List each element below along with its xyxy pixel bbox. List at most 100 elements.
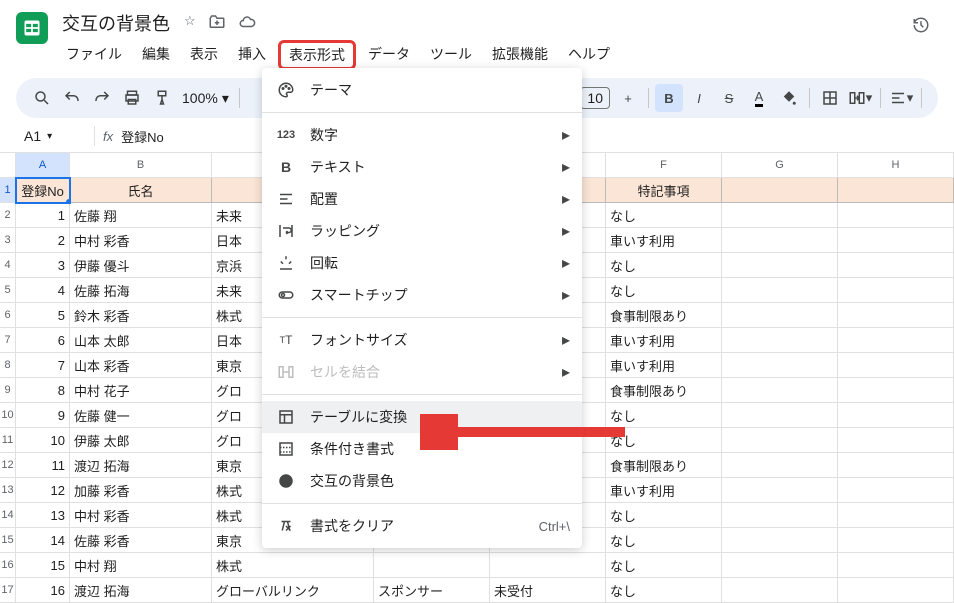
cell[interactable]: 3 <box>16 253 70 278</box>
move-icon[interactable] <box>208 13 226 34</box>
cell[interactable]: なし <box>606 503 722 528</box>
font-size-input[interactable]: 10 <box>580 87 610 109</box>
row-header[interactable]: 1 <box>0 178 16 203</box>
menu-clear-format[interactable]: 書式をクリアCtrl+\ <box>262 510 582 542</box>
search-icon[interactable] <box>28 84 56 112</box>
cell[interactable]: 中村 花子 <box>70 378 212 403</box>
cell[interactable] <box>722 453 838 478</box>
menu-format[interactable]: 表示形式 <box>278 40 356 70</box>
cell[interactable]: 山本 太郎 <box>70 328 212 353</box>
paint-format-icon[interactable] <box>148 84 176 112</box>
row-header[interactable]: 8 <box>0 353 16 378</box>
menu-conditional[interactable]: 条件付き書式 <box>262 433 582 465</box>
cell[interactable] <box>838 303 954 328</box>
menu-rotation[interactable]: 回転▸ <box>262 247 582 279</box>
cell[interactable] <box>838 478 954 503</box>
cell[interactable]: グローバルリンク <box>212 578 374 603</box>
cell[interactable]: 車いす利用 <box>606 228 722 253</box>
cell[interactable]: 10 <box>16 428 70 453</box>
row-header[interactable]: 5 <box>0 278 16 303</box>
menu-number[interactable]: 123数字▸ <box>262 119 582 151</box>
cell[interactable] <box>722 228 838 253</box>
cell[interactable]: 鈴木 彩香 <box>70 303 212 328</box>
italic-button[interactable]: I <box>685 84 713 112</box>
cell[interactable]: なし <box>606 553 722 578</box>
cell[interactable] <box>722 478 838 503</box>
cell[interactable] <box>722 203 838 228</box>
menu-view[interactable]: 表示 <box>182 40 226 70</box>
cell[interactable] <box>838 528 954 553</box>
print-icon[interactable] <box>118 84 146 112</box>
cell[interactable]: 15 <box>16 553 70 578</box>
cell[interactable]: なし <box>606 278 722 303</box>
row-header[interactable]: 12 <box>0 453 16 478</box>
menu-file[interactable]: ファイル <box>58 40 130 70</box>
menu-data[interactable]: データ <box>360 40 418 70</box>
cell[interactable] <box>722 553 838 578</box>
menu-smartchips[interactable]: スマートチップ▸ <box>262 279 582 311</box>
cell[interactable]: 中村 翔 <box>70 553 212 578</box>
cell[interactable] <box>838 328 954 353</box>
cell[interactable]: 渡辺 拓海 <box>70 453 212 478</box>
row-header[interactable]: 11 <box>0 428 16 453</box>
cell[interactable]: 11 <box>16 453 70 478</box>
cell[interactable]: 佐藤 拓海 <box>70 278 212 303</box>
row-header[interactable]: 6 <box>0 303 16 328</box>
menu-theme[interactable]: テーマ <box>262 74 582 106</box>
row-header[interactable]: 17 <box>0 578 16 603</box>
row-header[interactable]: 16 <box>0 553 16 578</box>
cell[interactable]: 渡辺 拓海 <box>70 578 212 603</box>
col-header-G[interactable]: G <box>722 153 838 178</box>
cell[interactable] <box>838 253 954 278</box>
cell[interactable]: 14 <box>16 528 70 553</box>
col-header-H[interactable]: H <box>838 153 954 178</box>
cell[interactable] <box>722 428 838 453</box>
cell[interactable] <box>374 553 490 578</box>
cell[interactable]: 佐藤 健一 <box>70 403 212 428</box>
cell[interactable]: 加藤 彩香 <box>70 478 212 503</box>
cell[interactable]: 伊藤 太郎 <box>70 428 212 453</box>
menu-extensions[interactable]: 拡張機能 <box>484 40 556 70</box>
cell[interactable]: 食事制限あり <box>606 453 722 478</box>
cell[interactable] <box>722 353 838 378</box>
cell[interactable] <box>722 253 838 278</box>
cell[interactable]: 株式 <box>212 553 374 578</box>
cell[interactable] <box>838 278 954 303</box>
cloud-icon[interactable] <box>238 13 256 34</box>
font-size-increase[interactable]: + <box>614 84 642 112</box>
cell[interactable] <box>490 553 606 578</box>
cell[interactable] <box>838 403 954 428</box>
cell[interactable]: 5 <box>16 303 70 328</box>
cell[interactable] <box>722 303 838 328</box>
menu-edit[interactable]: 編集 <box>134 40 178 70</box>
menu-alternating[interactable]: 交互の背景色 <box>262 465 582 497</box>
cell[interactable]: 中村 彩香 <box>70 503 212 528</box>
cell[interactable] <box>838 203 954 228</box>
header-cell[interactable] <box>838 178 954 203</box>
cell[interactable]: 13 <box>16 503 70 528</box>
strikethrough-button[interactable]: S <box>715 84 743 112</box>
header-cell[interactable]: 特記事項 <box>606 178 722 203</box>
menu-tools[interactable]: ツール <box>422 40 480 70</box>
col-header-A[interactable]: A <box>16 153 70 178</box>
cell[interactable]: 7 <box>16 353 70 378</box>
menu-fontsize[interactable]: TTフォントサイズ▸ <box>262 324 582 356</box>
cell[interactable]: 9 <box>16 403 70 428</box>
menu-convert-table[interactable]: テーブルに変換 <box>262 401 582 433</box>
cell[interactable] <box>722 528 838 553</box>
cell[interactable] <box>838 353 954 378</box>
cell[interactable]: 6 <box>16 328 70 353</box>
row-header[interactable]: 2 <box>0 203 16 228</box>
row-header[interactable]: 15 <box>0 528 16 553</box>
cell[interactable]: 佐藤 彩香 <box>70 528 212 553</box>
cell[interactable]: 16 <box>16 578 70 603</box>
menu-wrapping[interactable]: ラッピング▸ <box>262 215 582 247</box>
cell[interactable]: 車いす利用 <box>606 353 722 378</box>
cell[interactable] <box>838 428 954 453</box>
cell[interactable] <box>722 578 838 603</box>
menu-alignment[interactable]: 配置▸ <box>262 183 582 215</box>
col-header-F[interactable]: F <box>606 153 722 178</box>
header-cell[interactable]: 氏名 <box>70 178 212 203</box>
cell[interactable]: 車いす利用 <box>606 328 722 353</box>
merge-button[interactable]: ▾ <box>846 84 874 112</box>
